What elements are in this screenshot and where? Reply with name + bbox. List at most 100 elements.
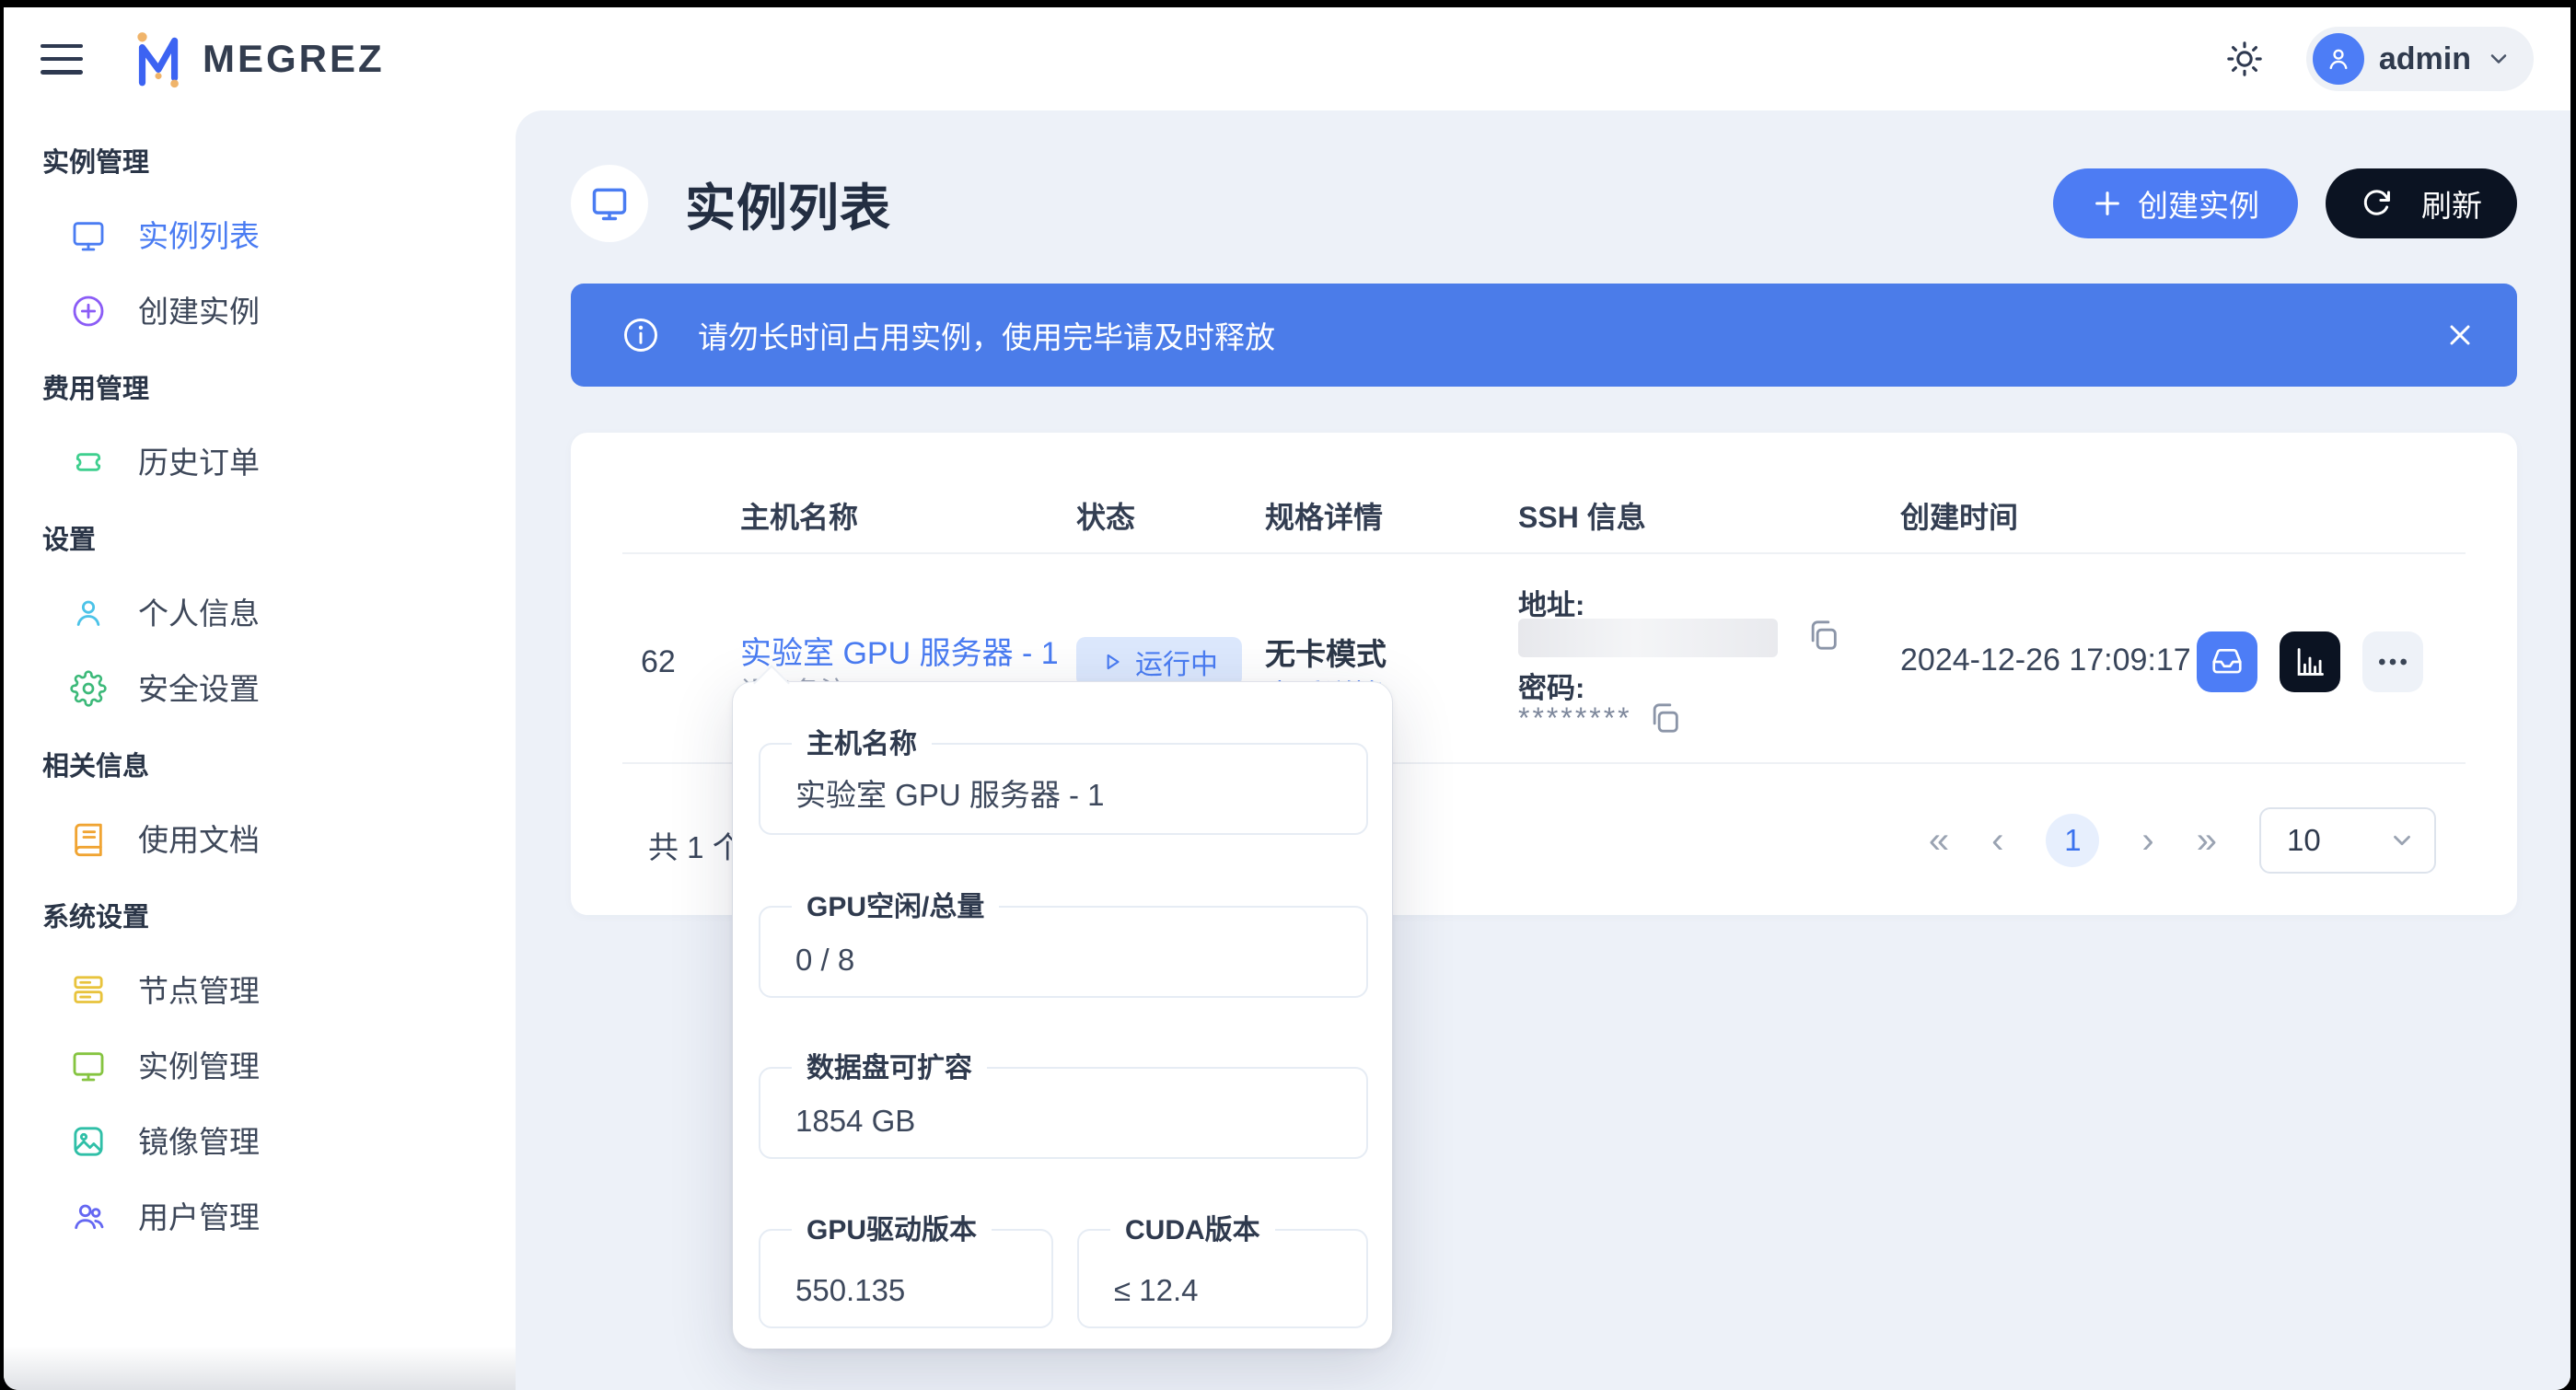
image-icon [70,1123,107,1160]
sidebar-item-label: 实例列表 [138,221,260,251]
sidebar-item-label: 使用文档 [138,825,260,855]
monitor-icon [70,217,107,254]
bar-chart-icon [2292,644,2327,679]
column-header-spec: 规格详情 [1265,499,1383,536]
users-icon [70,1199,107,1235]
copy-icon[interactable] [1804,617,1841,654]
last-page-icon[interactable]: » [2197,822,2217,859]
chevron-down-icon [2486,46,2512,72]
ssh-address-label: 地址: [1518,582,1584,623]
sidebar: 实例管理 实例列表 创建实例 费用管理 历史订单 设置 [4,110,516,1390]
field-value: 0 / 8 [795,943,854,978]
field-value: 550.135 [795,1273,905,1308]
brand-name: MEGREZ [203,37,385,81]
sidebar-item-instance-mgmt[interactable]: 实例管理 [4,1028,516,1104]
column-header-status: 状态 [1076,499,1135,536]
sidebar-section-related-info: 相关信息 [4,726,516,802]
spec-mode: 无卡模式 [1265,630,1387,674]
theme-toggle-sun-icon[interactable] [2225,40,2264,78]
pagination: « ‹ 1 › » 10 [1929,801,2436,880]
plus-circle-icon [70,293,107,330]
sidebar-section-system: 系统设置 [4,877,516,953]
field-label: 数据盘可扩容 [792,1050,987,1086]
info-icon [621,315,661,355]
inbox-action-button[interactable] [2197,631,2257,692]
server-icon [70,972,107,1009]
ssh-password-label: 密码: [1518,665,1584,706]
pagination-total: 共 1 个 [648,823,743,867]
current-page[interactable]: 1 [2046,814,2099,867]
status-badge: 运行中 [1076,637,1242,687]
sidebar-section-instance-mgmt: 实例管理 [4,122,516,198]
popup-field-gpu-free-total: GPU空闲/总量 0 / 8 [759,906,1368,998]
monitor-stats-button[interactable] [2280,631,2340,692]
field-label: CUDA版本 [1110,1212,1275,1248]
ellipsis-icon [2374,643,2411,680]
username: admin [2379,41,2471,77]
sidebar-item-label: 节点管理 [138,976,260,1006]
user-menu[interactable]: admin [2306,27,2534,91]
next-page-icon[interactable]: › [2141,822,2153,859]
popup-field-host-name: 主机名称 实验室 GPU 服务器 - 1 [759,743,1368,835]
sidebar-item-user-mgmt[interactable]: 用户管理 [4,1179,516,1255]
column-header-created: 创建时间 [1900,499,2018,536]
sidebar-item-security[interactable]: 安全设置 [4,651,516,726]
ticket-icon [70,444,107,481]
field-label: GPU驱动版本 [792,1212,992,1248]
notice-text: 请勿长时间占用实例，使用完毕请及时释放 [698,313,1275,357]
sidebar-item-profile[interactable]: 个人信息 [4,575,516,651]
table-header-divider [622,552,2466,554]
sidebar-item-node-mgmt[interactable]: 节点管理 [4,953,516,1028]
created-at: 2024-12-26 17:09:17 [1900,643,2191,678]
ssh-address-redacted [1518,619,1778,657]
inbox-icon [2210,644,2245,679]
play-icon [1100,650,1124,674]
popup-field-gpu-driver: GPU驱动版本 550.135 [759,1229,1053,1328]
more-actions-button[interactable] [2362,631,2423,692]
page-title: 实例列表 [685,167,891,240]
monitor-icon [70,1048,107,1084]
page-header: 实例列表 创建实例 刷新 [571,164,2517,243]
sidebar-item-label: 镜像管理 [138,1127,260,1157]
host-detail-popover: 主机名称 实验室 GPU 服务器 - 1 GPU空闲/总量 0 / 8 数据盘可… [733,682,1392,1349]
person-icon [2324,44,2353,74]
prev-page-icon[interactable]: ‹ [1991,822,2003,859]
column-header-host: 主机名称 [740,499,858,536]
sidebar-item-image-mgmt[interactable]: 镜像管理 [4,1104,516,1179]
sidebar-item-docs[interactable]: 使用文档 [4,802,516,877]
page-size-select[interactable]: 10 [2259,807,2436,874]
sidebar-item-label: 用户管理 [138,1202,260,1233]
brand-logo: MEGREZ [127,29,385,89]
document-icon [70,821,107,858]
close-icon[interactable] [2443,319,2477,352]
column-header-ssh: SSH 信息 [1518,499,1646,536]
page-icon-circle [571,165,648,242]
refresh-button[interactable]: 刷新 [2326,168,2517,238]
user-icon [70,595,107,631]
field-value: ≤ 12.4 [1114,1273,1199,1308]
notice-banner: 请勿长时间占用实例，使用完毕请及时释放 [571,284,2517,387]
host-name-link[interactable]: 实验室 GPU 服务器 - 1 [740,628,1059,673]
header-actions: 创建实例 刷新 [2053,168,2517,238]
popup-field-cuda-version: CUDA版本 ≤ 12.4 [1077,1229,1368,1328]
copy-icon[interactable] [1646,700,1683,736]
sidebar-item-label: 安全设置 [138,674,260,704]
row-actions [2197,631,2423,692]
top-bar: MEGREZ admin [4,7,2570,110]
first-page-icon[interactable]: « [1929,822,1949,859]
field-label: GPU空闲/总量 [792,889,999,925]
gear-icon [70,670,107,707]
menu-toggle-icon[interactable] [41,44,83,75]
sidebar-item-instance-list[interactable]: 实例列表 [4,198,516,273]
sidebar-item-label: 历史订单 [138,447,260,478]
app-window: MEGREZ admin [4,7,2570,1390]
row-id: 62 [641,644,676,680]
chevron-down-icon [2388,827,2416,854]
create-instance-button[interactable]: 创建实例 [2053,168,2298,238]
page-size-value: 10 [2287,823,2321,858]
popup-field-disk-expandable: 数据盘可扩容 1854 GB [759,1067,1368,1159]
sidebar-item-create-instance[interactable]: 创建实例 [4,273,516,349]
sidebar-item-order-history[interactable]: 历史订单 [4,424,516,500]
refresh-icon [2361,188,2392,219]
field-value: 1854 GB [795,1104,915,1139]
